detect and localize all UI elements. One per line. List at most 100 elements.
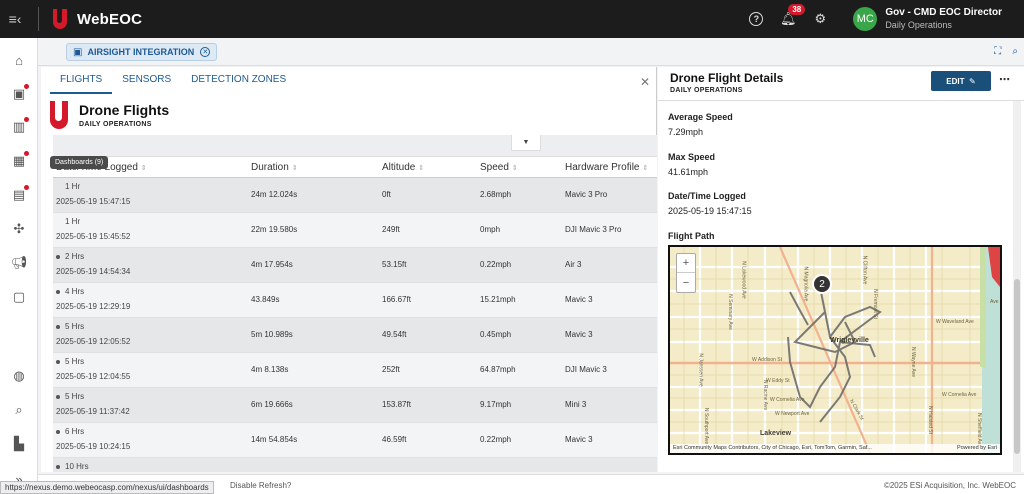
tab-flights[interactable]: FLIGHTS: [50, 67, 113, 94]
table-row[interactable]: 2 Hrs 2025-05-19 14:54:34 4m 17.954s 53.15f…: [53, 248, 657, 283]
disable-refresh-link[interactable]: Disable Refresh?: [230, 481, 291, 490]
alert-dot: [24, 151, 29, 156]
row-altitude: 249ft: [382, 225, 400, 234]
zoom-out-button[interactable]: −: [677, 273, 695, 292]
row-date: 2025-05-19 15:47:15: [56, 197, 131, 206]
street-label: W Newport Ave: [775, 411, 810, 417]
status-dot-icon: [56, 464, 60, 469]
airsight-integration-tab[interactable]: ▣ AIRSIGHT INTEGRATION ✕: [66, 43, 218, 61]
app-title: WebEOC: [77, 10, 143, 28]
board-logo-icon: [50, 101, 68, 129]
street-label: N Fremont St: [871, 289, 878, 319]
user-name: Gov - CMD EOC Director: [885, 7, 1002, 18]
home-icon[interactable]: ⌂: [11, 52, 27, 68]
street-label: N Southport Ave: [703, 407, 710, 445]
user-position: Daily Operations: [885, 20, 952, 30]
table-row[interactable]: 4 Hrs 2025-05-19 12:29:19 43.849s 166.67ft 1…: [53, 283, 657, 318]
table-row[interactable]: 10 Hrs: [53, 458, 657, 472]
board-title: Drone Flights: [79, 102, 170, 118]
building-icon[interactable]: ▙: [11, 436, 27, 452]
search-chart-icon[interactable]: ⌕: [11, 402, 27, 418]
sort-icon: ⇕: [418, 165, 425, 172]
row-date: 2025-05-19 10:24:15: [56, 442, 131, 451]
row-duration: 5m 10.989s: [251, 330, 293, 339]
puzzle-icon[interactable]: ✣: [11, 221, 27, 237]
fullscreen-icon[interactable]: ⛶: [994, 46, 1001, 57]
table-row[interactable]: 1 Hr 2025-05-19 15:47:15 24m 12.024s 0ft 2.6…: [53, 178, 657, 213]
street-label: W Waveland Ave: [936, 319, 974, 325]
edit-button[interactable]: EDIT ✎: [931, 71, 991, 91]
tab-sensors[interactable]: SENSORS: [112, 67, 181, 94]
globe-icon[interactable]: ◍: [11, 368, 27, 384]
table-row[interactable]: 1 Hr 2025-05-19 15:45:52 22m 19.580s 249ft 0…: [53, 213, 657, 248]
left-nav: ⌂ ▣ ▥ ▦ ▤ ✣ 📢︎ ▢ ◍ ⌕ ▙ »: [0, 38, 38, 494]
alert-dot: [24, 185, 29, 190]
row-age: 5 Hrs: [56, 392, 84, 401]
row-speed: 9.17mph: [480, 400, 512, 409]
col-hardware-profile[interactable]: Hardware Profile ⇕: [565, 162, 648, 173]
street-label: W Cornelia Ave: [942, 392, 977, 398]
row-duration: 4m 17.954s: [251, 260, 293, 269]
megaphone-icon[interactable]: 📢︎: [11, 255, 28, 271]
user-settings-button[interactable]: ⚙︎: [809, 8, 831, 30]
row-hardware: Mavic 3: [565, 295, 593, 304]
help-button[interactable]: ?: [745, 8, 767, 30]
board-icon: ▣: [73, 46, 83, 58]
table-row[interactable]: 5 Hrs 2025-05-19 12:04:55 4m 8.138s 252ft 64…: [53, 353, 657, 388]
top-right-controls: ? 🔔︎ 38 ⚙︎ MC Gov - CMD EOC Director Dai…: [735, 0, 1024, 38]
row-speed: 0.45mph: [480, 330, 512, 339]
search-icon[interactable]: ⌕: [1012, 46, 1018, 57]
alert-dot: [24, 117, 29, 122]
help-icon: ?: [749, 12, 764, 26]
tab-detection-zones[interactable]: DETECTION ZONES: [181, 67, 296, 94]
map-marker[interactable]: 2: [812, 274, 832, 294]
webeoc-logo-icon: [53, 9, 67, 29]
detail-scrollbar-thumb[interactable]: [1014, 279, 1020, 454]
detail-title: Drone Flight Details: [670, 71, 784, 85]
row-hardware: DJI Mavic 3 Pro: [565, 225, 622, 234]
row-date: 2025-05-19 15:45:52: [56, 232, 131, 241]
street-label: N Racine Ave: [762, 379, 769, 411]
col-altitude[interactable]: Altitude ⇕: [382, 162, 424, 173]
flight-path-map[interactable]: + − 2 Wrigleyville Lakeview W Addison St…: [668, 245, 1002, 455]
contact-icon[interactable]: ▢: [11, 289, 27, 305]
table-row[interactable]: 5 Hrs 2025-05-19 12:05:52 5m 10.989s 49.54f…: [53, 318, 657, 353]
street-label: N Clifton Ave: [861, 255, 868, 285]
zoom-in-button[interactable]: +: [677, 254, 695, 273]
avatar[interactable]: MC: [853, 7, 878, 31]
notifications-button[interactable]: 🔔︎ 38: [777, 4, 806, 30]
top-bar: ≡‹ WebEOC ? 🔔︎ 38 ⚙︎ MC Gov - CMD EOC Di…: [0, 0, 1024, 38]
row-altitude: 53.15ft: [382, 260, 407, 269]
table-row[interactable]: 6 Hrs 2025-05-19 10:24:15 14m 54.854s 46.59…: [53, 423, 657, 458]
menu-toggle-icon[interactable]: ≡‹: [0, 0, 30, 38]
map-label-wrigleyville: Wrigleyville: [830, 337, 869, 344]
more-options-icon[interactable]: ⋯: [999, 73, 1010, 86]
col-duration[interactable]: Duration ⇕: [251, 162, 298, 173]
street-label: Ave: [990, 299, 999, 305]
row-altitude: 49.54ft: [382, 330, 407, 339]
row-altitude: 166.67ft: [382, 295, 411, 304]
user-block[interactable]: Gov - CMD EOC Director Daily Operations: [885, 6, 1002, 32]
status-dot-icon: [56, 429, 60, 434]
row-duration: 14m 54.854s: [251, 435, 298, 444]
row-duration: 6m 19.666s: [251, 400, 293, 409]
date-logged-label: Date/Time Logged: [668, 191, 746, 201]
row-date: 2025-05-19 12:29:19: [56, 302, 131, 311]
table-row[interactable]: 5 Hrs 2025-05-19 11:37:42 6m 19.666s 153.87…: [53, 388, 657, 423]
max-speed-value: 41.61mph: [668, 167, 709, 177]
row-age-text: 6 Hrs: [65, 427, 85, 436]
col-speed[interactable]: Speed ⇕: [480, 162, 518, 173]
table-header: Date/Time Logged⇕ Duration⇕ Altitude⇕ Sp…: [53, 156, 657, 178]
status-url: https://nexus.demo.webeocasp.com/nexus/u…: [0, 481, 214, 494]
row-age: 10 Hrs: [56, 462, 89, 471]
row-duration: 22m 19.580s: [251, 225, 298, 234]
row-altitude: 252ft: [382, 365, 400, 374]
row-age-text: 5 Hrs: [65, 357, 85, 366]
flights-table: ▼ Date/Time Logged⇕ Duration⇕ Altitude⇕ …: [53, 135, 657, 472]
collapse-button[interactable]: ▼: [511, 135, 541, 151]
row-date: 2025-05-19 12:04:55: [56, 372, 131, 381]
street-label: N Janssen Ave: [697, 353, 704, 387]
status-dot-icon: [56, 324, 60, 329]
close-tab-icon[interactable]: ✕: [200, 47, 211, 57]
close-icon[interactable]: ✕: [640, 75, 650, 89]
